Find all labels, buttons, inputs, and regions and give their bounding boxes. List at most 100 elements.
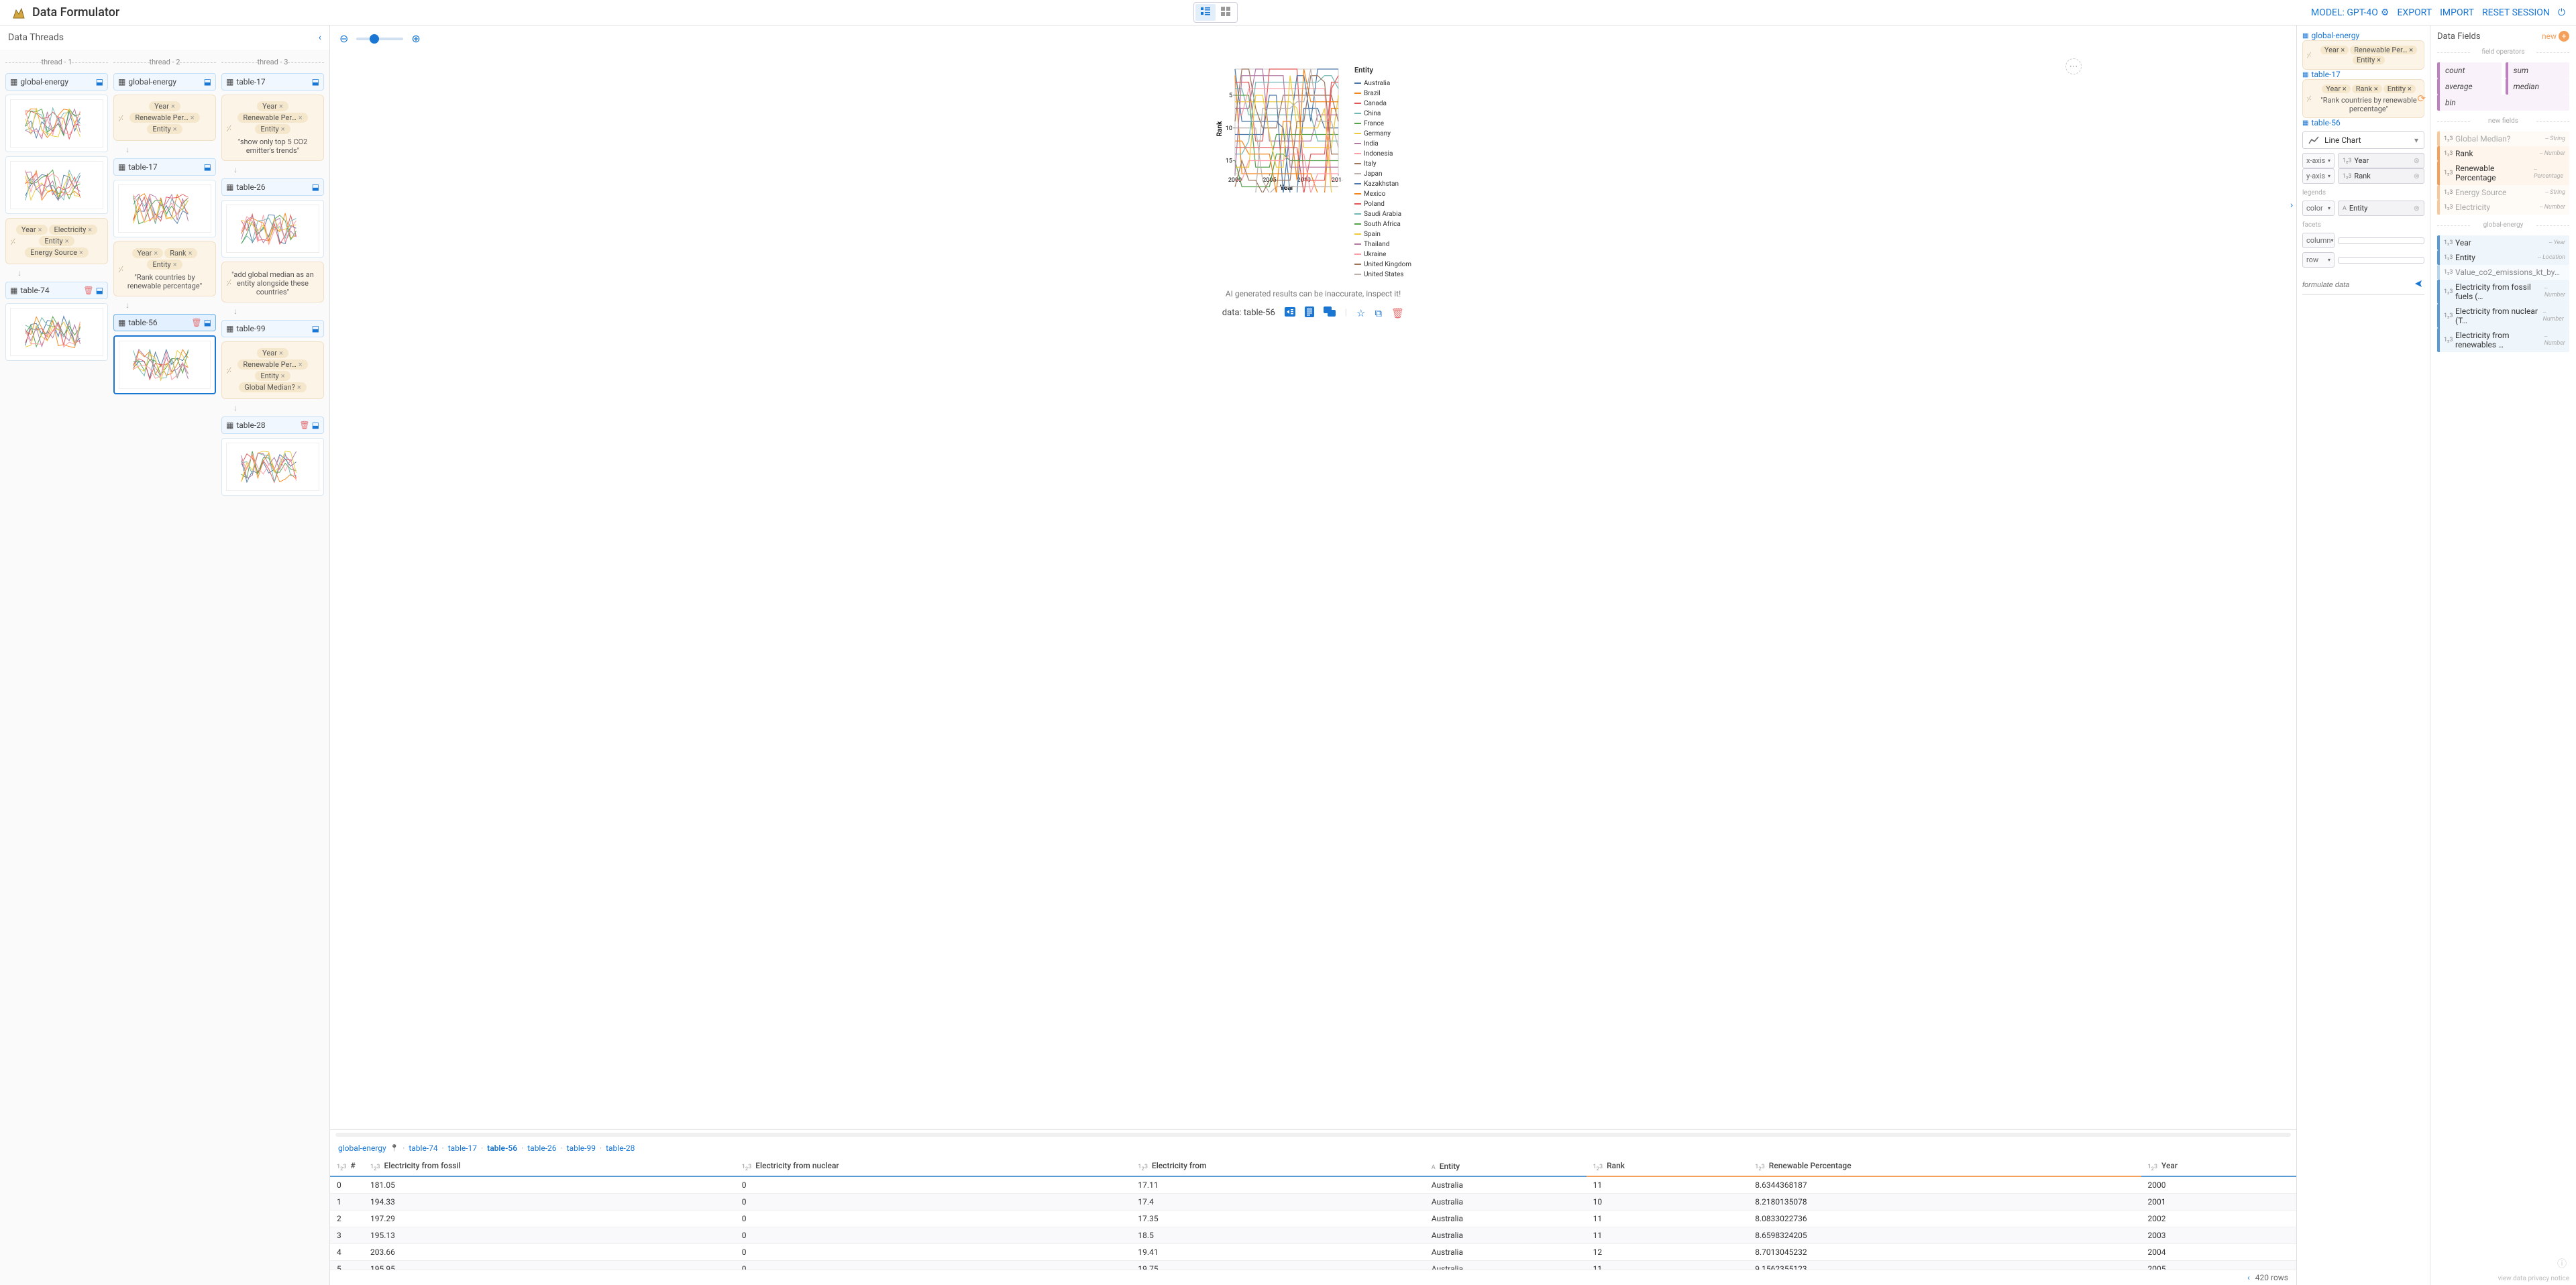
legend-item[interactable]: Canada <box>1354 99 1411 109</box>
table-row[interactable]: 4203.66019.41Australia128.70130452322004 <box>330 1243 2296 1260</box>
star-icon[interactable]: ☆ <box>1356 307 1365 319</box>
zoom-slider[interactable] <box>356 38 403 40</box>
field-chip[interactable]: 1₂3Electricity from nuclear (T…-- Number <box>2437 304 2569 328</box>
field-chip[interactable]: 1₂3Rank-- Number <box>2437 146 2569 161</box>
chart-icon[interactable]: ⬓ <box>204 162 211 172</box>
enc-field-value[interactable]: 1₂3Rank⊗ <box>2338 168 2424 184</box>
view-grid-button[interactable] <box>1216 4 1236 21</box>
chart-icon[interactable]: ⬓ <box>312 182 319 192</box>
config-breadcrumb[interactable]: ▦ table-17 <box>2302 70 2424 79</box>
table-tab[interactable]: table-26 <box>527 1143 556 1153</box>
legend-item[interactable]: France <box>1354 119 1411 129</box>
legend-item[interactable]: United Kingdom <box>1354 260 1411 270</box>
thread-node-header[interactable]: ▦table-99⬓ <box>221 320 324 337</box>
enc-field-value[interactable]: 1₂3Year⊗ <box>2338 153 2424 168</box>
legend-item[interactable]: Kazakhstan <box>1354 179 1411 189</box>
reset-link[interactable]: RESET SESSION <box>2482 7 2550 18</box>
chart-thumbnail[interactable] <box>221 200 324 258</box>
legend-item[interactable]: Mexico <box>1354 189 1411 199</box>
prompt-card[interactable]: ⸓Year×Electricity×Entity×Energy Source× <box>5 218 108 264</box>
chart-thumbnail[interactable] <box>113 335 216 394</box>
prompt-card[interactable]: ⸓Year×Renewable Per…×Entity×"show only t… <box>221 95 324 161</box>
chart-thumbnail[interactable] <box>221 438 324 496</box>
chart-icon[interactable]: ⬓ <box>204 77 211 87</box>
field-chip[interactable]: 1₂3Electricity from fossil fuels (…-- Nu… <box>2437 280 2569 304</box>
copy-icon[interactable]: ⧉ <box>1375 307 1382 319</box>
pin-icon[interactable]: 📍 <box>390 1145 398 1152</box>
operator-chip[interactable]: average <box>2437 78 2502 95</box>
field-chip[interactable]: 1₂3Renewable Percentage-- Percentage <box>2437 161 2569 185</box>
clear-icon[interactable]: ⊗ <box>2414 156 2420 165</box>
legend-item[interactable]: Saudi Arabia <box>1354 209 1411 219</box>
table-tab[interactable]: table-99 <box>567 1143 596 1153</box>
legend-item[interactable]: United States <box>1354 270 1411 280</box>
enc-row-value[interactable] <box>2338 257 2424 264</box>
thread-node-header[interactable]: ▦table-17⬓ <box>113 158 216 176</box>
prompt-card[interactable]: ⸓Year×Renewable Per…×Entity×Global Media… <box>221 341 324 399</box>
table-tab[interactable]: table-28 <box>606 1143 635 1153</box>
table-header[interactable]: 123 Rank <box>1587 1157 1749 1176</box>
view-list-button[interactable] <box>1195 4 1216 21</box>
field-chip[interactable]: 1₂3Electricity from renewables …-- Numbe… <box>2437 328 2569 352</box>
regenerate-icon[interactable]: ⟳ <box>2417 93 2426 105</box>
table-tab[interactable]: global-energy <box>338 1143 386 1153</box>
chart-icon[interactable]: ⬓ <box>96 77 103 87</box>
privacy-link[interactable]: view data privacy notice <box>2498 1275 2569 1282</box>
enc-column-value[interactable] <box>2338 237 2424 244</box>
thread-node-header[interactable]: ▦table-74🗑⬓ <box>5 282 108 299</box>
prompt-card[interactable]: ⸓Year×Rank×Entity×"Rank countries by ren… <box>113 241 216 296</box>
chart-thumbnail[interactable] <box>113 180 216 237</box>
collapse-threads-icon[interactable]: ‹ <box>319 32 321 43</box>
table-row[interactable]: 3195.13018.5Australia118.65983242052003 <box>330 1227 2296 1243</box>
power-icon[interactable]: ⏻ <box>2558 7 2565 18</box>
operator-chip[interactable]: bin <box>2437 95 2569 111</box>
table-header[interactable]: 123 Electricity from nuclear <box>735 1157 1132 1176</box>
chart-icon[interactable]: ⬓ <box>96 286 103 295</box>
legend-item[interactable]: Indonesia <box>1354 149 1411 159</box>
enc-color-label[interactable]: color▾ <box>2302 201 2334 216</box>
chart-icon[interactable]: ⬓ <box>204 318 211 327</box>
table-row[interactable]: 2197.29017.35Australia118.08330227362002 <box>330 1210 2296 1227</box>
new-field-button[interactable]: new+ <box>2542 31 2569 42</box>
legend-item[interactable]: Thailand <box>1354 239 1411 249</box>
table-header[interactable]: 123 Year <box>2141 1157 2296 1176</box>
operator-chip[interactable]: median <box>2506 78 2570 95</box>
thread-node-header[interactable]: ▦global-energy⬓ <box>5 73 108 91</box>
chart-type-select[interactable]: Line Chart ▾ <box>2302 131 2424 149</box>
delete-icon[interactable]: 🗑 <box>191 318 201 327</box>
thread-node-header[interactable]: ▦global-energy⬓ <box>113 73 216 91</box>
enc-channel-label[interactable]: x-axis▾ <box>2302 153 2334 168</box>
legend-item[interactable]: China <box>1354 109 1411 119</box>
table-resize-handle[interactable] <box>335 1133 2291 1137</box>
table-row[interactable]: 0181.05017.11Australia118.63443681872000 <box>330 1176 2296 1194</box>
table-header[interactable]: 123 # <box>330 1157 364 1176</box>
legend-item[interactable]: Brazil <box>1354 89 1411 99</box>
table-tab[interactable]: table-17 <box>448 1143 477 1153</box>
prompt-card[interactable]: ⸓Year×Renewable Per…×Entity× <box>113 95 216 141</box>
chart-more-icon[interactable]: ⋯ <box>2065 58 2082 74</box>
table-tab[interactable]: table-56 <box>487 1143 517 1153</box>
zoom-out-icon[interactable]: ⊖ <box>339 32 348 45</box>
enc-column-label[interactable]: column▾ <box>2302 233 2334 248</box>
field-chip[interactable]: 1₂3Global Median?-- String <box>2437 131 2569 146</box>
table-header[interactable]: A Entity <box>1425 1157 1587 1176</box>
legend-item[interactable]: Ukraine <box>1354 249 1411 260</box>
enc-row-label[interactable]: row▾ <box>2302 252 2334 268</box>
chart-icon[interactable]: ⬓ <box>312 324 319 333</box>
zoom-in-icon[interactable]: ⊕ <box>411 32 420 45</box>
clear-icon[interactable]: ⊗ <box>2414 204 2420 213</box>
thread-node-header[interactable]: ▦table-26⬓ <box>221 178 324 196</box>
delete-icon[interactable]: 🗑 <box>299 421 309 430</box>
chart-icon[interactable]: ⬓ <box>312 77 319 87</box>
info-icon[interactable]: ⓘ <box>2557 1257 2567 1270</box>
table-row[interactable]: 1194.33017.4Australia108.21801350782001 <box>330 1193 2296 1210</box>
legend-item[interactable]: Spain <box>1354 229 1411 239</box>
config-breadcrumb[interactable]: ▦ table-56 <box>2302 118 2424 127</box>
table-header[interactable]: 123 Renewable Percentage <box>1748 1157 2141 1176</box>
thread-node-header[interactable]: ▦table-17⬓ <box>221 73 324 91</box>
legend-item[interactable]: India <box>1354 139 1411 149</box>
field-chip[interactable]: 1₂3Energy Source-- String <box>2437 185 2569 200</box>
config-breadcrumb[interactable]: ▦ global-energy <box>2302 31 2424 40</box>
enc-color-value[interactable]: AEntity⊗ <box>2338 201 2424 216</box>
legend-item[interactable]: Japan <box>1354 169 1411 179</box>
